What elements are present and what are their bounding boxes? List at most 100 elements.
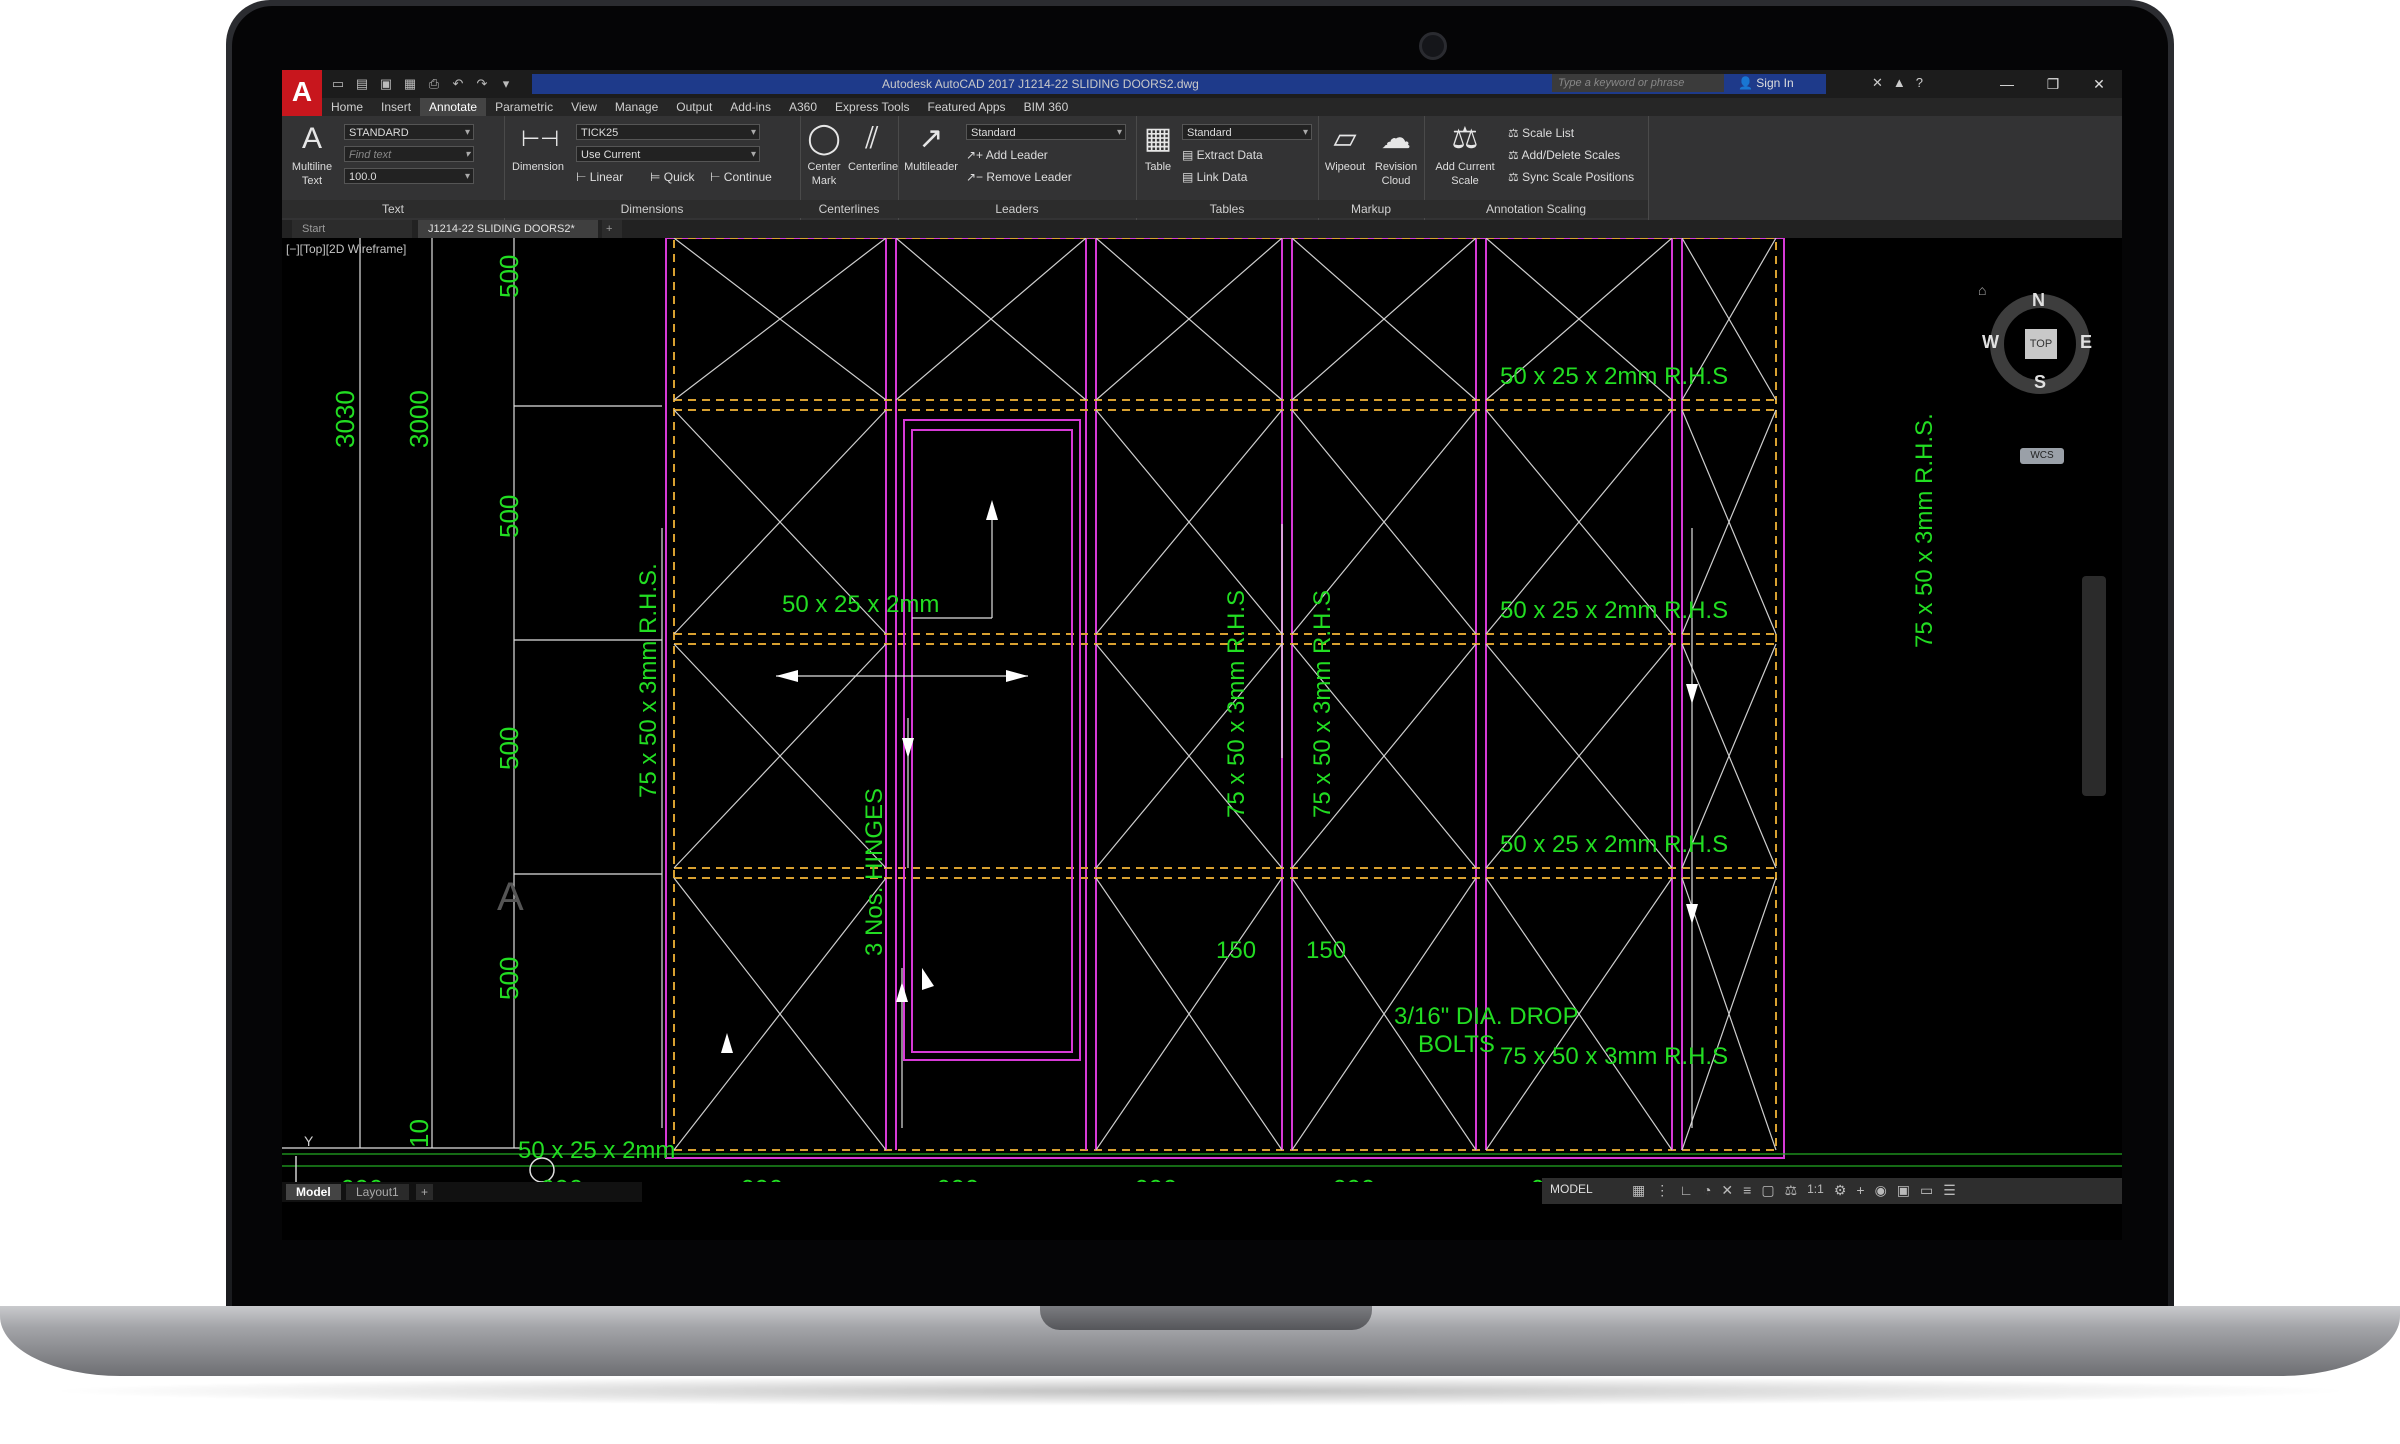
- ribbon-tab-parametric[interactable]: Parametric: [486, 98, 562, 116]
- sync-scale-label: Sync Scale Positions: [1522, 170, 1635, 184]
- link-data-button[interactable]: ▤ Link Data: [1182, 170, 1247, 184]
- wcs-menu[interactable]: WCS: [2020, 448, 2064, 464]
- annotation-scale[interactable]: 1:1: [1807, 1182, 1824, 1199]
- annotation-visibility-icon[interactable]: ⚖: [1785, 1182, 1798, 1199]
- workspace-gear-icon[interactable]: ⚙: [1834, 1182, 1847, 1199]
- layout-tab-model[interactable]: Model: [286, 1184, 341, 1200]
- compass-e[interactable]: E: [2080, 332, 2092, 353]
- model-space-toggle[interactable]: MODEL: [1550, 1182, 1593, 1196]
- viewcube-top-face[interactable]: TOP: [2025, 329, 2057, 359]
- isolate-objects-icon[interactable]: ◉: [1875, 1182, 1887, 1199]
- add-layout-icon[interactable]: +: [416, 1184, 434, 1200]
- hardware-acceleration-icon[interactable]: ▣: [1897, 1182, 1910, 1199]
- compass-w[interactable]: W: [1982, 332, 1999, 353]
- close-icon[interactable]: ✕: [2076, 70, 2122, 98]
- quick-button[interactable]: ⊨ Quick: [650, 170, 694, 184]
- extract-data-button[interactable]: ▤ Extract Data: [1182, 148, 1263, 162]
- wipeout-button[interactable]: ▱ Wipeout: [1322, 122, 1368, 174]
- ribbon-tab-add-ins[interactable]: Add-ins: [721, 98, 780, 116]
- panel-title-dimensions[interactable]: Dimensions: [504, 200, 800, 218]
- lineweight-icon[interactable]: ≡: [1743, 1182, 1751, 1199]
- doc-tab-drawing[interactable]: J1214-22 SLIDING DOORS2*: [418, 220, 598, 238]
- multiline-text-button[interactable]: A Multiline Text: [290, 122, 334, 188]
- home-icon[interactable]: ⌂: [1978, 282, 1986, 298]
- ribbon-tab-bim-360[interactable]: BIM 360: [1015, 98, 1078, 116]
- sync-scale-positions-button[interactable]: ⚖ Sync Scale Positions: [1508, 170, 1634, 184]
- exchange-icon[interactable]: ✕: [1872, 75, 1883, 91]
- osnap-icon[interactable]: ✕: [1721, 1182, 1733, 1199]
- ribbon-tab-manage[interactable]: Manage: [606, 98, 667, 116]
- ribbon-tab-view[interactable]: View: [562, 98, 606, 116]
- snap-icon[interactable]: ⋮: [1655, 1182, 1669, 1199]
- screen-bottom: [282, 1204, 2122, 1240]
- text-style-select[interactable]: STANDARD: [344, 124, 474, 141]
- polar-icon[interactable]: ◔: [1703, 1182, 1711, 1199]
- ortho-icon[interactable]: ∟: [1679, 1182, 1693, 1199]
- annotation-monitor-icon[interactable]: +: [1856, 1182, 1864, 1199]
- ribbon-tab-annotate[interactable]: Annotate: [420, 98, 487, 116]
- panel-title-tables[interactable]: Tables: [1136, 200, 1318, 218]
- app-menu-button[interactable]: A: [282, 70, 322, 116]
- compass-s[interactable]: S: [2034, 372, 2046, 393]
- table-style-select[interactable]: Standard: [1182, 124, 1312, 141]
- redo-icon[interactable]: ↷: [474, 76, 490, 92]
- remove-leader-button[interactable]: ↗− Remove Leader: [966, 170, 1072, 184]
- save-as-icon[interactable]: ▦: [402, 76, 418, 92]
- navigation-bar[interactable]: [2082, 576, 2106, 796]
- autodesk-account-icon[interactable]: ▲: [1893, 75, 1906, 91]
- undo-icon[interactable]: ↶: [450, 76, 466, 92]
- open-file-icon[interactable]: ▤: [354, 76, 370, 92]
- search-input[interactable]: Type a keyword or phrase: [1552, 74, 1724, 92]
- find-text-input[interactable]: Find text: [344, 146, 474, 163]
- sign-in-button[interactable]: 👤 Sign In: [1738, 76, 1794, 90]
- add-delete-scales-button[interactable]: ⚖ Add/Delete Scales: [1508, 148, 1620, 162]
- dimension-button[interactable]: ⊢⊣ Dimension: [510, 122, 566, 174]
- print-icon[interactable]: ⎙: [426, 76, 442, 92]
- customize-qat-icon[interactable]: ▾: [498, 76, 514, 92]
- ribbon-tab-featured-apps[interactable]: Featured Apps: [919, 98, 1015, 116]
- panel-title-leaders[interactable]: Leaders: [898, 200, 1136, 218]
- table-button[interactable]: ▦ Table: [1138, 122, 1178, 174]
- drawing-canvas[interactable]: A Y 500 500 500 500 3030 3000 10 600 600 6…: [282, 238, 2122, 1182]
- text-height-select[interactable]: 100.0: [344, 168, 474, 185]
- add-leader-button[interactable]: ↗+ Add Leader: [966, 148, 1048, 162]
- multileader-button[interactable]: ↗ Multileader: [902, 122, 960, 174]
- viewcube[interactable]: TOP N S E W ⌂: [1968, 264, 2118, 414]
- panel-tables: ▦ Table Standard ▤ Extract Data ▤ Link D…: [1136, 116, 1319, 220]
- doc-tab-start[interactable]: Start: [292, 220, 412, 238]
- continue-button[interactable]: ⊢ Continue: [710, 170, 772, 184]
- viewport-controls[interactable]: [−][Top][2D Wireframe]: [286, 242, 406, 256]
- scale-list-button[interactable]: ⚖ Scale List: [1508, 126, 1574, 140]
- window-title: Autodesk AutoCAD 2017 J1214-22 SLIDING D…: [882, 77, 1199, 91]
- ribbon-tab-express-tools[interactable]: Express Tools: [826, 98, 918, 116]
- ribbon-tab-a360[interactable]: A360: [780, 98, 826, 116]
- clean-screen-icon[interactable]: ▭: [1920, 1182, 1933, 1199]
- linear-button[interactable]: ⊢ Linear: [576, 170, 623, 184]
- compass-n[interactable]: N: [2032, 290, 2045, 311]
- panel-title-annotation-scaling[interactable]: Annotation Scaling: [1424, 200, 1648, 218]
- panel-title-text[interactable]: Text: [282, 200, 504, 218]
- restore-icon[interactable]: ❐: [2030, 70, 2076, 98]
- new-file-icon[interactable]: ▭: [330, 76, 346, 92]
- ribbon-tab-insert[interactable]: Insert: [372, 98, 420, 116]
- customization-menu-icon[interactable]: ☰: [1943, 1182, 1956, 1199]
- centerline-button[interactable]: ⫽ Centerline: [848, 122, 898, 174]
- note-rhs-mid-right: 50 x 25 x 2mm R.H.S: [1500, 597, 1728, 624]
- ribbon-tab-output[interactable]: Output: [667, 98, 721, 116]
- revision-cloud-button[interactable]: ☁ Revision Cloud: [1370, 122, 1422, 188]
- add-current-scale-button[interactable]: ⚖ Add Current Scale: [1428, 122, 1502, 188]
- panel-title-centerlines[interactable]: Centerlines: [800, 200, 898, 218]
- grid-icon[interactable]: ▦: [1632, 1182, 1645, 1199]
- panel-title-markup[interactable]: Markup: [1318, 200, 1424, 218]
- leader-style-select[interactable]: Standard: [966, 124, 1126, 141]
- dimension-layer-select[interactable]: Use Current: [576, 146, 760, 163]
- center-mark-button[interactable]: ◯ Center Mark: [802, 122, 846, 188]
- ribbon-tab-home[interactable]: Home: [322, 98, 372, 116]
- dimension-style-select[interactable]: TICK25: [576, 124, 760, 141]
- help-icon[interactable]: ?: [1916, 75, 1923, 91]
- minimize-icon[interactable]: —: [1984, 70, 2030, 98]
- selection-cycling-icon[interactable]: ▢: [1761, 1182, 1774, 1199]
- save-icon[interactable]: ▣: [378, 76, 394, 92]
- new-tab-icon[interactable]: +: [602, 220, 622, 238]
- layout-tab-layout1[interactable]: Layout1: [346, 1184, 409, 1200]
